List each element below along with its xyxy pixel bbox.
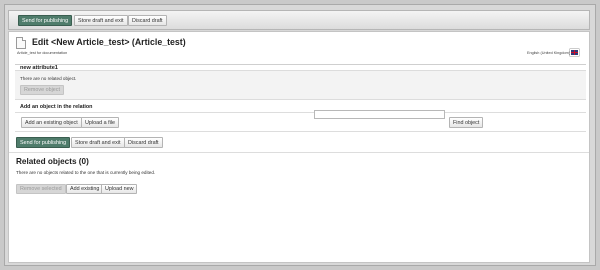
divider	[15, 112, 586, 113]
discard-draft-button-bottom[interactable]: Discard draft	[124, 137, 163, 148]
top-toolbar: Send for publishing Store draft and exit…	[8, 10, 590, 30]
upload-file-button[interactable]: Upload a file	[81, 117, 119, 128]
send-for-publishing-button[interactable]: Send for publishing	[18, 15, 73, 26]
no-related-text: There are no related object.	[20, 76, 77, 81]
related-empty-text: There are no objects related to the one …	[16, 170, 156, 175]
discard-draft-button[interactable]: Discard draft	[128, 15, 167, 26]
language-label: English (United Kingdom)	[526, 51, 570, 55]
find-object-button[interactable]: Find object	[449, 117, 484, 128]
add-object-section-label: Add an object in the relation	[20, 104, 93, 110]
object-search-input[interactable]	[314, 110, 445, 119]
attribute-group-body: There are no related object. Remove obje…	[15, 70, 586, 100]
remove-object-button[interactable]: Remove object	[20, 85, 64, 95]
send-for-publishing-button-bottom[interactable]: Send for publishing	[16, 137, 71, 148]
uk-flag-icon[interactable]	[570, 49, 579, 56]
editor-content: Edit <New Article_test> (Article_test) A…	[8, 31, 590, 263]
page-subtitle: Article_test for documentation	[17, 51, 68, 55]
store-draft-and-exit-button-bottom[interactable]: Store draft and exit	[71, 137, 125, 148]
divider	[9, 152, 589, 153]
page-title: Edit <New Article_test> (Article_test)	[32, 37, 186, 47]
remove-selected-button[interactable]: Remove selected	[16, 184, 66, 194]
add-existing-button[interactable]: Add existing	[66, 184, 104, 194]
upload-new-button[interactable]: Upload new	[101, 184, 138, 194]
document-icon	[16, 37, 26, 49]
add-existing-object-button[interactable]: Add an existing object	[21, 117, 82, 128]
store-draft-and-exit-button[interactable]: Store draft and exit	[74, 15, 128, 26]
related-objects-title: Related objects (0)	[16, 157, 89, 166]
divider	[15, 131, 586, 132]
